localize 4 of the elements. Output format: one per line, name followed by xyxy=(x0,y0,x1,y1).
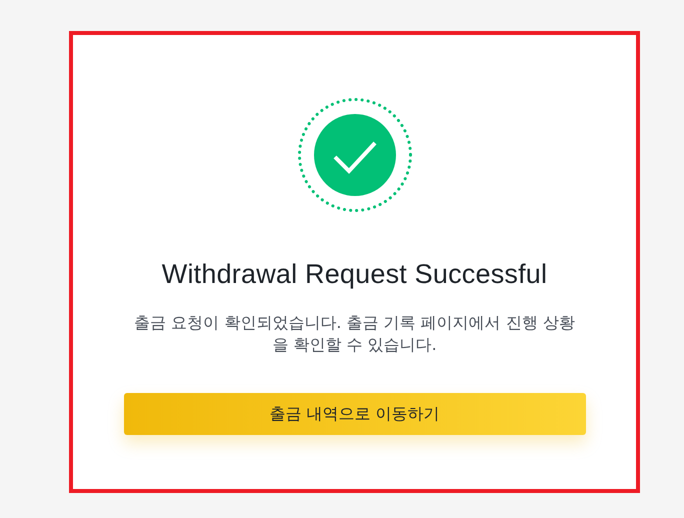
dialog-message: 출금 요청이 확인되었습니다. 출금 기록 페이지에서 진행 상황을 확인할 수 있습니다. xyxy=(133,312,576,356)
success-check-icon xyxy=(296,97,412,213)
history-button[interactable]: 출금 내역으로 이동하기 xyxy=(124,393,586,435)
dialog-title: Withdrawal Request Successful xyxy=(162,259,548,290)
